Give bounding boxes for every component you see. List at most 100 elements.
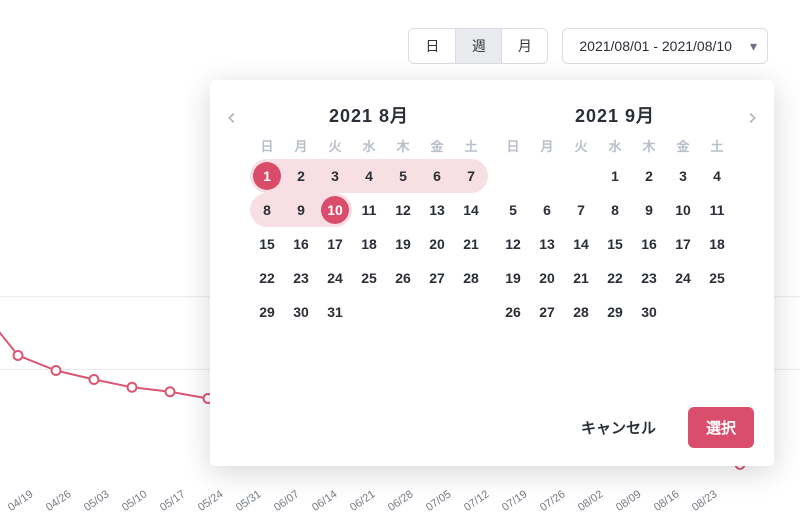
x-tick-label: 04/12: [0, 482, 6, 514]
next-month-button[interactable]: [738, 102, 766, 134]
dow-cell: 金: [666, 136, 700, 155]
day-cell[interactable]: 7: [564, 193, 598, 227]
seg-day[interactable]: 日: [409, 29, 455, 63]
day-cell[interactable]: 2: [284, 159, 318, 193]
top-controls: 日 週 月 2021/08/01 - 2021/08/10 ▾: [408, 28, 768, 64]
x-tick-label: 06/07: [272, 482, 310, 514]
day-cell[interactable]: 27: [420, 261, 454, 295]
day-cell-empty: [530, 159, 564, 193]
calendar-left: 2021 8月 日月火水木金土 123456789101112131415161…: [246, 92, 492, 329]
day-cell[interactable]: 9: [284, 193, 318, 227]
x-tick-label: 07/12: [462, 482, 500, 514]
day-cell[interactable]: 16: [284, 227, 318, 261]
x-tick-label: 05/10: [120, 482, 158, 514]
day-cell[interactable]: 14: [454, 193, 488, 227]
day-cell[interactable]: 20: [420, 227, 454, 261]
prev-month-button[interactable]: [218, 102, 246, 134]
day-cell[interactable]: 2: [632, 159, 666, 193]
day-cell[interactable]: 1: [250, 159, 284, 193]
day-cell[interactable]: 30: [284, 295, 318, 329]
day-cell[interactable]: 29: [250, 295, 284, 329]
day-cell[interactable]: 3: [318, 159, 352, 193]
day-cell[interactable]: 15: [598, 227, 632, 261]
day-cell[interactable]: 22: [598, 261, 632, 295]
day-cell[interactable]: 5: [386, 159, 420, 193]
day-cell[interactable]: 14: [564, 227, 598, 261]
day-cell[interactable]: 30: [632, 295, 666, 329]
day-cell[interactable]: 18: [700, 227, 734, 261]
chevron-left-icon: [225, 111, 239, 125]
day-cell[interactable]: 12: [496, 227, 530, 261]
day-cell[interactable]: 3: [666, 159, 700, 193]
day-cell[interactable]: 23: [632, 261, 666, 295]
dow-cell: 土: [454, 136, 488, 155]
day-cell[interactable]: 24: [666, 261, 700, 295]
day-cell[interactable]: 26: [496, 295, 530, 329]
day-cell[interactable]: 18: [352, 227, 386, 261]
x-tick-label: 06/28: [386, 482, 424, 514]
dow-cell: 木: [386, 136, 420, 155]
dow-cell: 火: [318, 136, 352, 155]
day-cell[interactable]: 17: [318, 227, 352, 261]
granularity-segmented: 日 週 月: [408, 28, 548, 64]
day-cell[interactable]: 23: [284, 261, 318, 295]
dow-cell: 金: [420, 136, 454, 155]
day-cell[interactable]: 26: [386, 261, 420, 295]
day-cell[interactable]: 13: [420, 193, 454, 227]
day-cell[interactable]: 28: [564, 295, 598, 329]
date-range-popover: 2021 8月 日月火水木金土 123456789101112131415161…: [210, 80, 774, 466]
day-cell[interactable]: 6: [420, 159, 454, 193]
day-cell[interactable]: 19: [386, 227, 420, 261]
day-cell[interactable]: 21: [564, 261, 598, 295]
day-cell[interactable]: 27: [530, 295, 564, 329]
select-button[interactable]: 選択: [688, 407, 754, 448]
day-cell[interactable]: 15: [250, 227, 284, 261]
x-tick-label: 08/16: [652, 482, 690, 514]
day-cell[interactable]: 24: [318, 261, 352, 295]
day-cell[interactable]: 8: [598, 193, 632, 227]
seg-month[interactable]: 月: [501, 29, 547, 63]
day-cell[interactable]: 12: [386, 193, 420, 227]
day-cell[interactable]: 16: [632, 227, 666, 261]
dow-cell: 日: [496, 136, 530, 155]
day-cell[interactable]: 21: [454, 227, 488, 261]
day-cell[interactable]: 4: [700, 159, 734, 193]
day-cell[interactable]: 28: [454, 261, 488, 295]
day-cell[interactable]: 11: [700, 193, 734, 227]
date-range-dropdown[interactable]: 2021/08/01 - 2021/08/10 ▾: [562, 28, 768, 64]
day-cell[interactable]: 11: [352, 193, 386, 227]
day-cell[interactable]: 19: [496, 261, 530, 295]
caret-down-icon: ▾: [750, 38, 757, 55]
day-cell[interactable]: 9: [632, 193, 666, 227]
popover-actions: キャンセル 選択: [575, 407, 754, 448]
dow-cell: 土: [700, 136, 734, 155]
day-cell-empty: [564, 159, 598, 193]
day-cell[interactable]: 20: [530, 261, 564, 295]
chart-x-axis-labels: 04/0504/1204/1904/2605/0305/1005/1705/24…: [0, 504, 790, 516]
day-cell[interactable]: 17: [666, 227, 700, 261]
day-cell[interactable]: 25: [700, 261, 734, 295]
day-chip: 1: [253, 162, 281, 190]
day-cell[interactable]: 8: [250, 193, 284, 227]
day-cell[interactable]: 10: [318, 193, 352, 227]
day-cell[interactable]: 6: [530, 193, 564, 227]
day-cell[interactable]: 1: [598, 159, 632, 193]
day-cell[interactable]: 25: [352, 261, 386, 295]
calendar-right: 2021 9月 日月火水木金土 123456789101112131415161…: [492, 92, 738, 329]
cancel-button[interactable]: キャンセル: [575, 416, 662, 439]
dow-cell: 水: [598, 136, 632, 155]
x-tick-label: 06/21: [348, 482, 386, 514]
day-cell[interactable]: 29: [598, 295, 632, 329]
day-cell[interactable]: 22: [250, 261, 284, 295]
dow-cell: 木: [632, 136, 666, 155]
day-cell[interactable]: 13: [530, 227, 564, 261]
date-range-label: 2021/08/01 - 2021/08/10: [579, 38, 732, 54]
dow-cell: 火: [564, 136, 598, 155]
seg-week[interactable]: 週: [455, 29, 501, 63]
day-cell[interactable]: 5: [496, 193, 530, 227]
day-cell[interactable]: 7: [454, 159, 488, 193]
day-cell[interactable]: 4: [352, 159, 386, 193]
x-tick-label: 07/26: [538, 482, 576, 514]
day-cell[interactable]: 31: [318, 295, 352, 329]
day-cell[interactable]: 10: [666, 193, 700, 227]
